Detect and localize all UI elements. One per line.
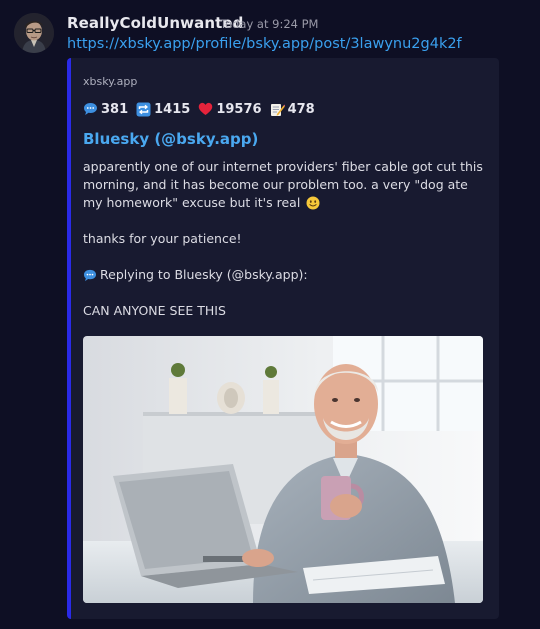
heart-icon bbox=[199, 102, 213, 115]
embed-description: apparently one of our internet providers… bbox=[83, 158, 483, 320]
likes-count: 19576 bbox=[216, 101, 262, 117]
description-paragraph: apparently one of our internet providers… bbox=[83, 159, 483, 210]
repeat-icon bbox=[136, 102, 151, 116]
reposts-stat: 1415 bbox=[136, 102, 190, 117]
likes-stat: 19576 bbox=[198, 101, 262, 117]
memo-icon bbox=[270, 103, 285, 116]
replies-count: 381 bbox=[101, 101, 129, 117]
message-timestamp: Today at 9:24 PM bbox=[220, 17, 319, 31]
quoted-post-text: CAN ANYONE SEE THIS bbox=[83, 303, 226, 318]
chat-message: ReallyColdUnwanted Today at 9:24 PM http… bbox=[0, 0, 540, 629]
quotes-count: 478 bbox=[287, 101, 315, 117]
avatar-portrait-icon bbox=[14, 13, 54, 53]
quotes-stat: 478 bbox=[270, 102, 315, 117]
author-name[interactable]: ReallyColdUnwanted bbox=[67, 14, 244, 32]
replies-stat: 381 bbox=[83, 102, 128, 117]
speech-bubble-icon bbox=[84, 103, 97, 115]
embed-accent-bar bbox=[67, 58, 71, 619]
embed-provider[interactable]: xbsky.app bbox=[83, 75, 137, 88]
post-stats: 381 1415 19576 478 bbox=[83, 100, 323, 118]
reposts-count: 1415 bbox=[154, 101, 191, 117]
reply-label: Replying to Bluesky (@bsky.app): bbox=[100, 267, 308, 282]
reply-context: Replying to Bluesky (@bsky.app): bbox=[83, 266, 483, 284]
embed-title[interactable]: Bluesky (@bsky.app) bbox=[83, 130, 258, 148]
post-link[interactable]: https://xbsky.app/profile/bsky.app/post/… bbox=[67, 36, 462, 52]
embed-image[interactable] bbox=[83, 336, 483, 603]
avatar[interactable] bbox=[14, 13, 54, 53]
photo-of-smiling-man-at-laptop-icon bbox=[83, 336, 483, 603]
link-embed: xbsky.app 381 1415 19576 478 Bluesky (@b… bbox=[67, 58, 499, 619]
smiling-face-icon bbox=[306, 196, 320, 210]
speech-bubble-icon bbox=[83, 269, 97, 281]
description-thanks: thanks for your patience! bbox=[83, 231, 242, 246]
